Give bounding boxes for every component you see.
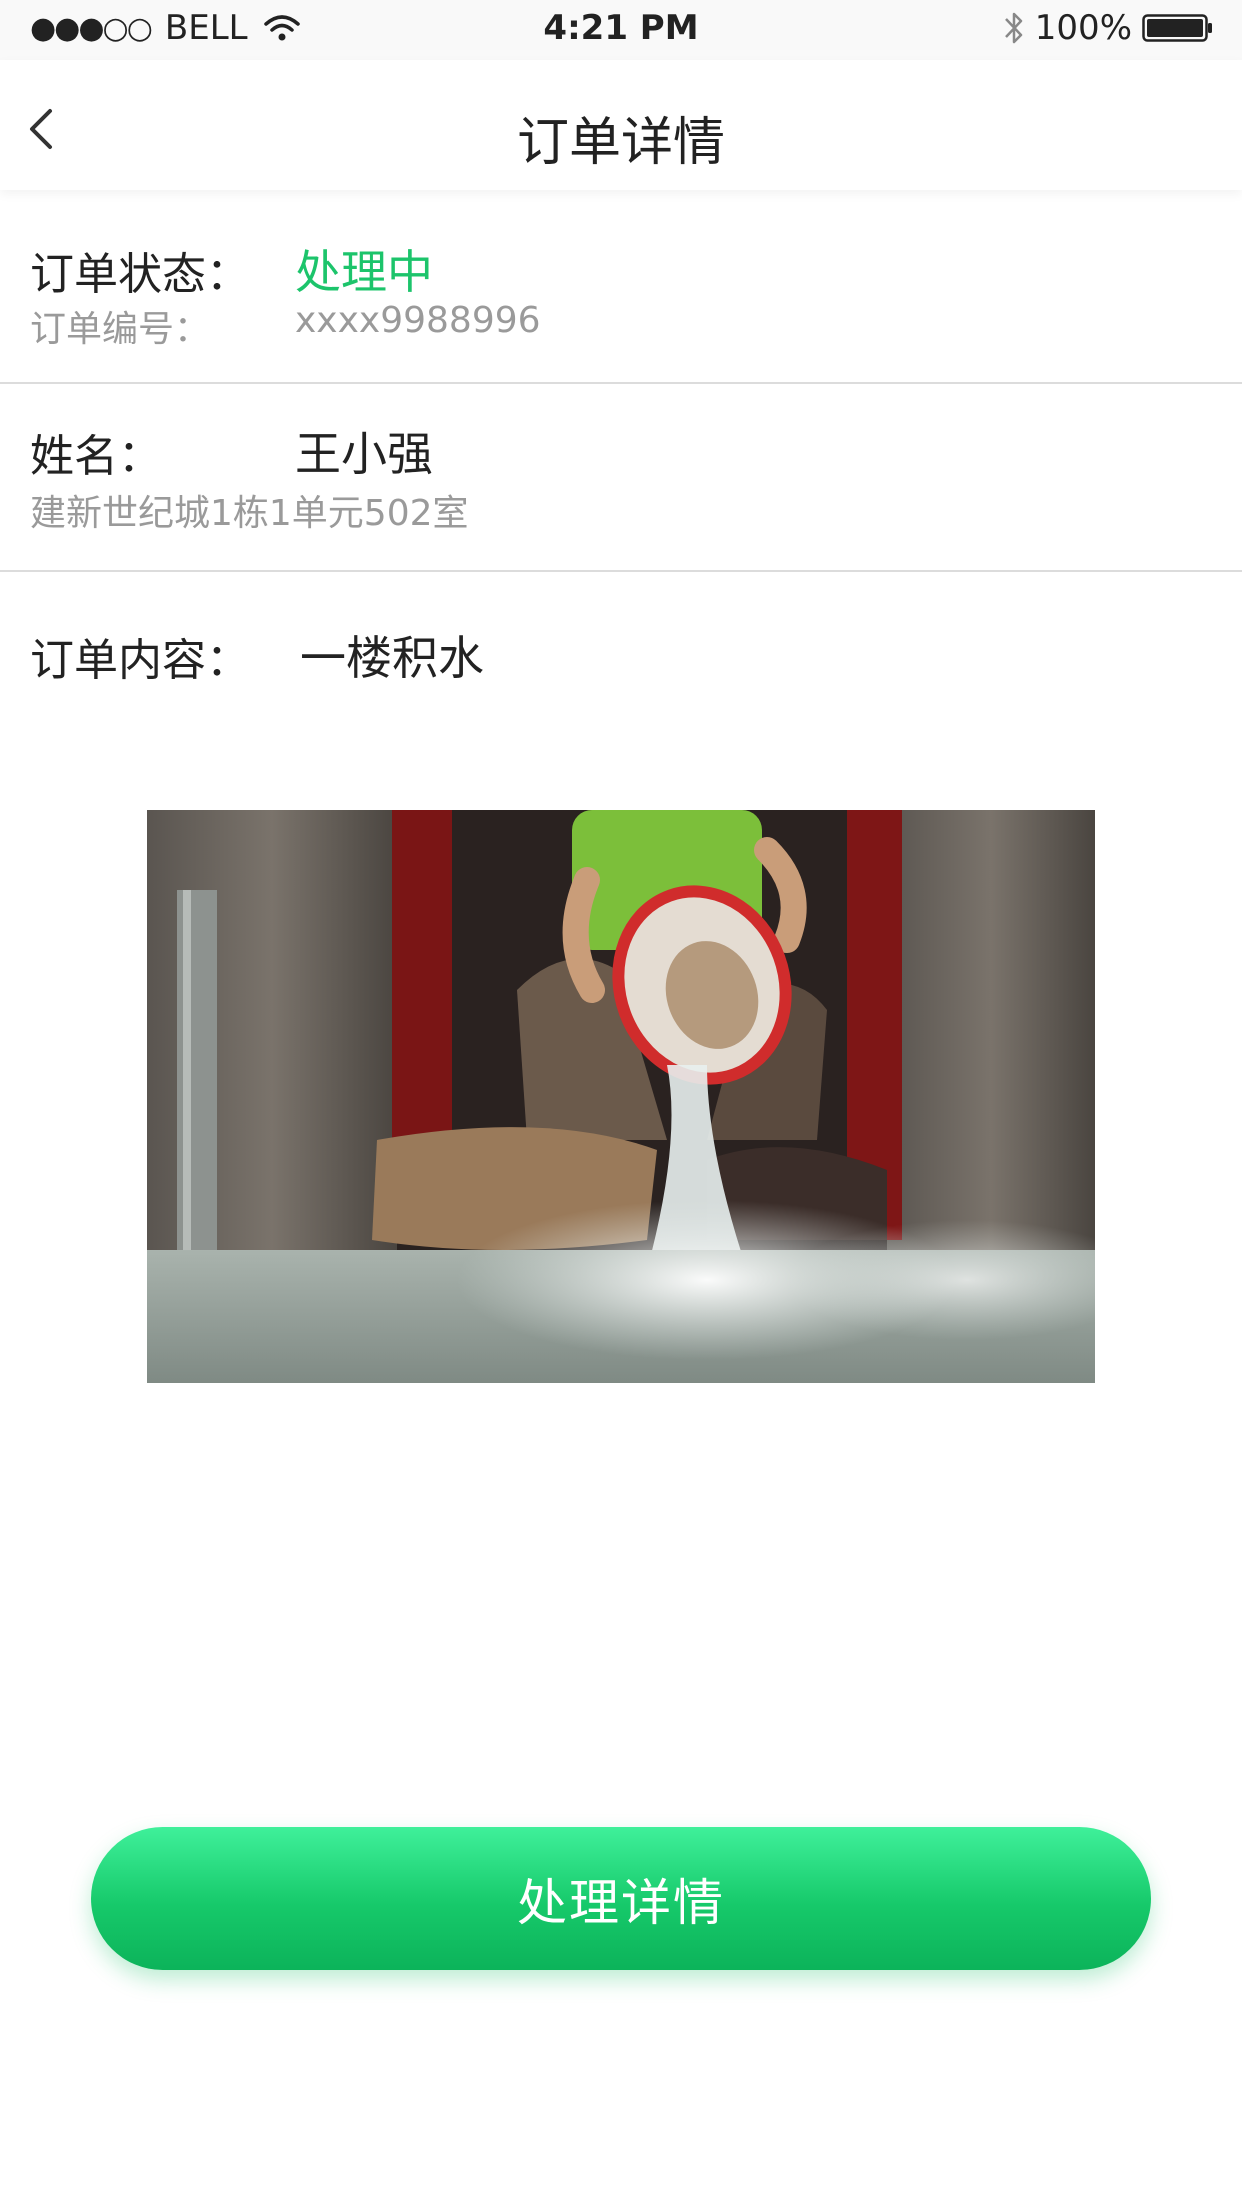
nav-bar: 订单详情 (0, 60, 1242, 190)
content-value: 一楼积水 (300, 631, 484, 685)
name-label: 姓名： (30, 431, 162, 482)
flooding-photo-illustration (147, 810, 1095, 1383)
order-number-value: xxxx9988996 (295, 300, 541, 341)
customer-section: 姓名： 王小强 建新世纪城1栋1单元502室 (0, 384, 1242, 571)
process-details-button[interactable]: 处理详情 (91, 1827, 1151, 1970)
address-text: 建新世纪城1栋1单元502室 (30, 493, 469, 534)
bluetooth-icon (1004, 12, 1023, 44)
order-content-section: 订单内容： 一楼积水 (0, 572, 1242, 772)
status-label: 订单状态： (30, 249, 250, 300)
name-value: 王小强 (295, 427, 433, 481)
status-right: 100% (1003, 8, 1214, 48)
order-photo[interactable] (147, 810, 1095, 1383)
status-value: 处理中 (295, 245, 433, 299)
battery-icon (1142, 14, 1212, 42)
order-number-label: 订单编号： (30, 309, 211, 350)
battery-percent: 100% (1034, 8, 1132, 48)
content-label: 订单内容： (30, 635, 250, 686)
page-title: 订单详情 (516, 113, 725, 173)
status-bar: ●●●○○ BELL 4:21 PM 100% (0, 0, 1242, 60)
order-status-section: 订单状态： 处理中 订单编号： xxxx9988996 (0, 190, 1242, 383)
